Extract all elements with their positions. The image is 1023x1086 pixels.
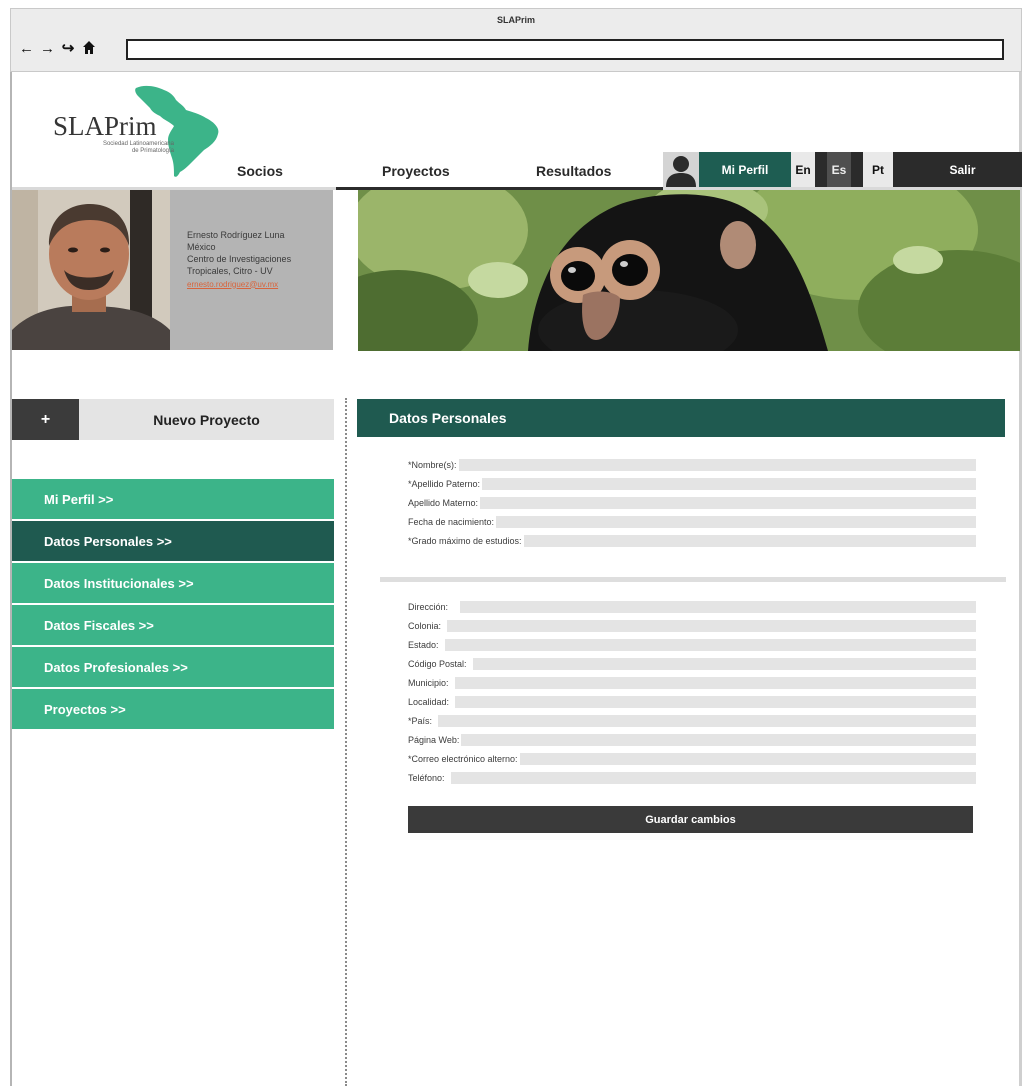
form-row-pagina-web: Página Web: bbox=[408, 730, 976, 749]
grado-estudios-field[interactable] bbox=[523, 534, 976, 547]
slaprim-logo[interactable]: SLAPrim Sociedad Latinoamericana de Prim… bbox=[50, 84, 220, 184]
form-row-grado-estudios: *Grado máximo de estudios: bbox=[408, 531, 976, 550]
sidebar-item-datos-institucionales[interactable]: Datos Institucionales >> bbox=[12, 563, 334, 603]
form-row-localidad: Localidad: bbox=[408, 692, 976, 711]
browser-chrome: SLAPrim ← → ↪ bbox=[10, 8, 1022, 72]
nav-socios[interactable]: Socios bbox=[237, 163, 283, 183]
form-row-municipio: Municipio: bbox=[408, 673, 976, 692]
direccion-field[interactable] bbox=[460, 600, 976, 613]
form-row-fecha-nacimiento: Fecha de nacimiento: bbox=[408, 512, 976, 531]
forward-arrow-icon[interactable]: → bbox=[40, 41, 55, 57]
sidebar-item-mi-perfil[interactable]: Mi Perfil >> bbox=[12, 479, 334, 519]
fecha-nacimiento-field[interactable] bbox=[496, 515, 976, 528]
field-label: *País: bbox=[408, 715, 433, 726]
field-label: *Grado máximo de estudios: bbox=[408, 535, 522, 546]
form-row-telefono: Teléfono: bbox=[408, 768, 976, 787]
field-label: Fecha de nacimiento: bbox=[408, 516, 495, 527]
home-icon[interactable] bbox=[82, 41, 96, 57]
form-row-nombre: *Nombre(s): bbox=[408, 455, 976, 474]
address-bar[interactable] bbox=[126, 39, 1004, 60]
field-label: Dirección: bbox=[408, 601, 449, 612]
profile-country: México bbox=[187, 241, 216, 252]
nombre-field[interactable] bbox=[458, 458, 976, 471]
browser-nav-buttons: ← → ↪ bbox=[19, 41, 96, 57]
telefono-field[interactable] bbox=[450, 771, 976, 784]
municipio-field[interactable] bbox=[454, 676, 976, 689]
column-divider bbox=[345, 398, 347, 1086]
sidebar-item-datos-fiscales[interactable]: Datos Fiscales >> bbox=[12, 605, 334, 645]
address-form: Dirección: Colonia: Estado: Código Posta… bbox=[408, 597, 976, 787]
sidebar-item-datos-personales[interactable]: Datos Personales >> bbox=[12, 521, 334, 561]
profile-info-panel: Ernesto Rodríguez Luna México Centro de … bbox=[170, 190, 333, 350]
field-label: *Apellido Paterno: bbox=[408, 478, 481, 489]
form-row-apellido-materno: Apellido Materno: bbox=[408, 493, 976, 512]
reload-icon[interactable]: ↪ bbox=[61, 41, 75, 57]
language-es-button[interactable]: Es bbox=[827, 152, 851, 187]
pais-field[interactable] bbox=[438, 714, 976, 727]
estado-field[interactable] bbox=[444, 638, 976, 651]
monkey-banner-image bbox=[358, 190, 1020, 351]
profile-institution-line-1: Centro de Investigaciones bbox=[187, 253, 292, 264]
back-arrow-icon[interactable]: ← bbox=[19, 41, 34, 57]
nav-proyectos[interactable]: Proyectos bbox=[382, 163, 450, 183]
correo-alterno-field[interactable] bbox=[519, 752, 976, 765]
colonia-field[interactable] bbox=[447, 619, 976, 632]
localidad-field[interactable] bbox=[455, 695, 976, 708]
profile-name: Ernesto Rodríguez Luna bbox=[187, 230, 285, 240]
new-project-button[interactable]: + Nuevo Proyecto bbox=[12, 399, 334, 440]
new-project-label: Nuevo Proyecto bbox=[153, 411, 260, 428]
window-title: SLAPrim bbox=[496, 15, 535, 25]
form-row-direccion: Dirección: bbox=[408, 597, 976, 616]
logo-subtitle-line-1: Sociedad Latinoamericana bbox=[102, 141, 174, 147]
field-label: Localidad: bbox=[408, 696, 450, 707]
apellido-paterno-field[interactable] bbox=[482, 477, 976, 490]
form-section-divider bbox=[380, 577, 1006, 582]
form-row-apellido-paterno: *Apellido Paterno: bbox=[408, 474, 976, 493]
field-label: Teléfono: bbox=[408, 772, 445, 783]
language-en-button[interactable]: En bbox=[791, 152, 815, 187]
field-label: Estado: bbox=[408, 639, 439, 650]
field-label: Página Web: bbox=[408, 734, 460, 745]
form-row-correo-alterno: *Correo electrónico alterno: bbox=[408, 749, 976, 768]
codigo-postal-field[interactable] bbox=[472, 657, 976, 670]
language-pt-button[interactable]: Pt bbox=[863, 152, 893, 187]
logo-subtitle-line-2: de Primatología bbox=[131, 148, 174, 155]
logo-subtitle: Sociedad Latinoamericana de Primatología bbox=[54, 141, 174, 155]
sidebar-menu: Mi Perfil >> Datos Personales >> Datos I… bbox=[12, 479, 334, 731]
plus-icon[interactable]: + bbox=[12, 399, 79, 440]
field-label: Apellido Materno: bbox=[408, 497, 479, 508]
field-label: *Correo electrónico alterno: bbox=[408, 753, 518, 764]
profile-photo bbox=[12, 190, 170, 350]
logo-wordmark: SLAPrim bbox=[53, 111, 157, 141]
personal-data-form: *Nombre(s): *Apellido Paterno: Apellido … bbox=[408, 455, 976, 550]
field-label: Código Postal: bbox=[408, 658, 467, 669]
nav-resultados[interactable]: Resultados bbox=[536, 163, 611, 183]
profile-institution-line-2: Tropicales, Citro - UV bbox=[187, 265, 273, 276]
section-title: Datos Personales bbox=[357, 399, 1005, 437]
user-bar: Mi Perfil En Es Pt Salir bbox=[663, 152, 1022, 187]
logout-button[interactable]: Salir bbox=[903, 152, 1022, 187]
field-label: Municipio: bbox=[408, 677, 449, 688]
form-row-pais: *País: bbox=[408, 711, 976, 730]
field-label: *Nombre(s): bbox=[408, 459, 457, 470]
save-changes-button[interactable]: Guardar cambios bbox=[408, 806, 973, 833]
user-silhouette-icon[interactable] bbox=[663, 152, 699, 187]
pagina-web-field[interactable] bbox=[461, 733, 976, 746]
field-label: Colonia: bbox=[408, 620, 442, 631]
my-profile-button[interactable]: Mi Perfil bbox=[699, 152, 791, 187]
form-row-codigo-postal: Código Postal: bbox=[408, 654, 976, 673]
sidebar-item-datos-profesionales[interactable]: Datos Profesionales >> bbox=[12, 647, 334, 687]
apellido-materno-field[interactable] bbox=[480, 496, 976, 509]
form-row-colonia: Colonia: bbox=[408, 616, 976, 635]
profile-email-link[interactable]: ernesto.rodriguez@uv.mx bbox=[187, 280, 323, 291]
form-row-estado: Estado: bbox=[408, 635, 976, 654]
sidebar-item-proyectos[interactable]: Proyectos >> bbox=[12, 689, 334, 729]
